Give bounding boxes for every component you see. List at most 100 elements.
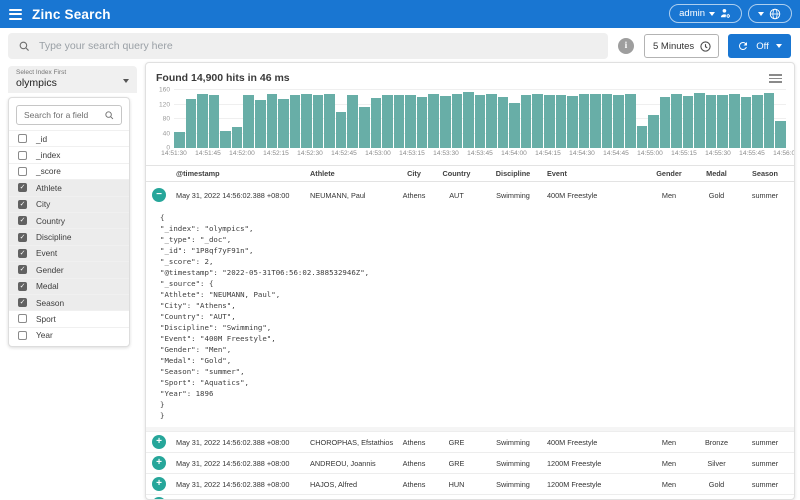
histogram-bar	[382, 95, 393, 148]
table-row[interactable]: + May 31, 2022 14:56:02.388 +08:00 ANDREOU…	[146, 453, 794, 474]
json-line: "_score": 2,	[160, 257, 214, 266]
checkbox[interactable]: ✓	[18, 199, 27, 209]
histogram-bar	[278, 99, 289, 148]
field-item-Gender[interactable]: ✓ Gender	[9, 261, 129, 278]
table-row[interactable]: + May 31, 2022 14:56:02.388 +08:00 CHOROPH…	[146, 432, 794, 453]
checkbox[interactable]: ✓	[18, 216, 27, 226]
x-tick-label: 14:51:45	[195, 150, 221, 157]
histogram-bar	[370, 97, 382, 148]
histogram-bar	[335, 111, 347, 148]
histogram-bar	[451, 93, 463, 148]
histogram-bar	[393, 95, 405, 148]
histogram-bar	[486, 93, 497, 148]
chart-menu-icon[interactable]	[769, 74, 782, 83]
results-panel: Found 14,900 hits in 46 ms 0 40 80 120 160 1…	[145, 62, 795, 500]
cell-season: summer	[751, 190, 779, 200]
field-item-_id[interactable]: _id	[9, 130, 129, 146]
cell-gender: Men	[661, 458, 677, 468]
y-tick-label: 120	[158, 101, 170, 108]
language-menu-button[interactable]	[748, 4, 792, 23]
histogram-bar	[682, 96, 694, 148]
clock-icon	[699, 40, 712, 53]
cell-country: GRE	[448, 458, 465, 468]
field-item-Sport[interactable]: Sport	[9, 310, 129, 326]
field-label: Event	[36, 248, 58, 259]
cell-discipline: Swimming	[496, 190, 530, 200]
field-item-Country[interactable]: ✓ Country	[9, 211, 129, 229]
field-item-City[interactable]: ✓ City	[9, 195, 129, 212]
field-item-Event[interactable]: ✓ Event	[9, 244, 129, 262]
histogram-bar	[416, 97, 428, 148]
histogram-bar	[752, 95, 763, 148]
field-item-_score[interactable]: _score	[9, 162, 129, 179]
user-menu-button[interactable]: admin	[669, 4, 742, 23]
checkbox[interactable]	[18, 314, 27, 324]
expand-row-button[interactable]: +	[152, 435, 166, 449]
cell-country: GRE	[448, 437, 465, 447]
time-range-selector[interactable]: 5 Minutes	[644, 34, 719, 58]
app-title: Zinc Search	[32, 6, 111, 22]
field-search-input[interactable]: Search for a field	[16, 105, 122, 125]
histogram-bar	[532, 94, 543, 148]
checkbox[interactable]	[18, 150, 27, 160]
x-tick-label: 14:56:00	[773, 150, 795, 157]
x-tick-label: 14:55:00	[637, 150, 663, 157]
x-tick-label: 14:53:00	[365, 150, 391, 157]
column-header-event: Event	[547, 169, 567, 178]
field-item-Discipline[interactable]: ✓ Discipline	[9, 228, 129, 245]
checkbox[interactable]	[18, 330, 27, 340]
cell-athlete: CHOROPHAS, Efstathios	[310, 437, 394, 447]
histogram-bar	[763, 92, 775, 148]
histogram-bar	[648, 115, 659, 148]
checkbox[interactable]: ✓	[18, 265, 27, 275]
search-placeholder: Type your search query here	[39, 40, 173, 52]
expand-cell: +	[146, 456, 172, 470]
cell-timestamp: May 31, 2022 14:56:02.388 +08:00	[176, 479, 290, 489]
table-row[interactable]: + May 31, 2022 14:56:02.388 +08:00 HAJOS, …	[146, 474, 794, 495]
x-tick-label: 14:52:15	[263, 150, 289, 157]
checkbox[interactable]: ✓	[18, 281, 27, 291]
index-select[interactable]: Select Index First olympics	[8, 66, 137, 93]
expand-row-button[interactable]: +	[152, 477, 166, 491]
table-row[interactable]: +	[146, 495, 794, 499]
json-line: "_index": "olympics",	[160, 224, 254, 233]
json-line: "Sport": "Aquatics",	[160, 378, 249, 387]
field-item-_index[interactable]: _index	[9, 146, 129, 162]
checkbox[interactable]: ✓	[18, 183, 27, 193]
table-row[interactable]: − May 31, 2022 14:56:02.388 +08:00 NEUMANN…	[146, 182, 794, 208]
checkbox[interactable]	[18, 134, 27, 144]
json-line: "@timestamp": "2022-05-31T06:56:02.38853…	[160, 268, 370, 277]
field-label: Gender	[36, 264, 64, 275]
histogram-bar	[509, 102, 520, 148]
cell-gender: Men	[661, 437, 677, 447]
histogram-bar	[405, 95, 416, 148]
search-input[interactable]: Type your search query here	[8, 33, 608, 59]
expand-row-button[interactable]: +	[152, 456, 166, 470]
checkbox[interactable]	[18, 166, 27, 176]
histogram-bar	[208, 95, 220, 148]
hamburger-menu-icon[interactable]	[0, 0, 30, 28]
field-item-Medal[interactable]: ✓ Medal	[9, 277, 129, 294]
checkbox[interactable]: ✓	[18, 298, 27, 308]
refresh-button[interactable]: Off	[728, 34, 791, 58]
x-tick-label: 14:51:30	[161, 150, 187, 157]
histogram-bar	[266, 93, 278, 148]
search-icon	[104, 110, 115, 121]
field-item-Season[interactable]: ✓ Season	[9, 293, 129, 311]
info-icon[interactable]: i	[618, 38, 634, 54]
expand-cell: +	[146, 477, 172, 491]
cell-city: Athens	[402, 458, 426, 468]
x-tick-label: 14:53:15	[399, 150, 425, 157]
cell-discipline: Swimming	[496, 437, 530, 447]
index-select-caption: Select Index First	[16, 69, 67, 76]
histogram-bar	[544, 95, 555, 148]
cell-medal: Gold	[708, 479, 725, 489]
checkbox[interactable]: ✓	[18, 248, 27, 258]
field-item-Athlete[interactable]: ✓ Athlete	[9, 179, 129, 196]
hits-histogram[interactable]: 0 40 80 120 160	[154, 87, 786, 152]
field-item-Year[interactable]: Year	[9, 326, 129, 343]
checkbox[interactable]: ✓	[18, 232, 27, 242]
histogram-bar	[601, 93, 613, 148]
collapse-row-button[interactable]: −	[152, 188, 166, 202]
histogram-bar	[729, 93, 740, 148]
